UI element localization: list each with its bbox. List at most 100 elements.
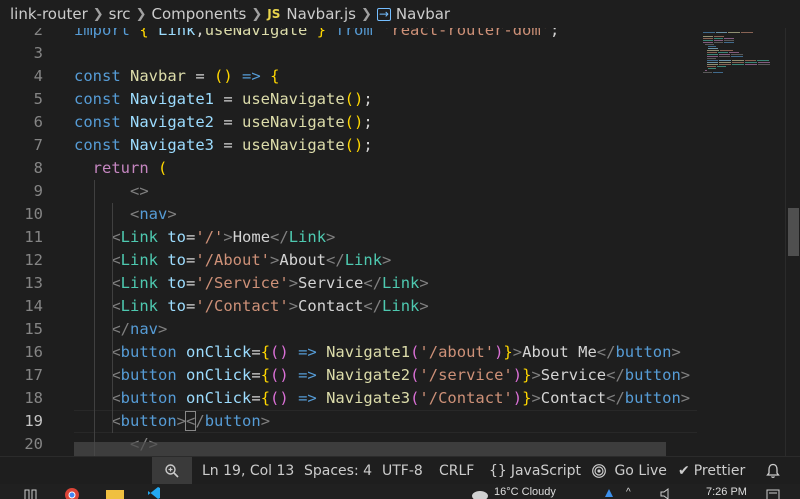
minimap-line [713, 38, 724, 39]
code-text: <Link to='/Service'>Service</Link> [111, 274, 429, 292]
minimap-line [731, 54, 743, 55]
zoom-button[interactable] [152, 457, 192, 485]
breadcrumb-symbol-navbar[interactable]: Navbar [396, 5, 450, 23]
breadcrumb-file-navbar[interactable]: Navbar.js [286, 5, 356, 23]
code-line[interactable]: 16 <button onClick={() => Navigate1('/ab… [0, 341, 697, 364]
code-text: <Link to='/'>Home</Link> [111, 228, 336, 246]
minimap-line [703, 72, 713, 73]
minimap[interactable] [697, 28, 785, 456]
minimap-line [724, 40, 734, 41]
minimap-line [719, 56, 731, 57]
file-explorer-icon[interactable] [106, 487, 124, 499]
minimap-line [704, 70, 708, 71]
indentation-setting[interactable]: Spaces: 4 [304, 457, 372, 485]
minimap-line [724, 38, 734, 39]
go-live-button[interactable]: Go Live [592, 457, 667, 485]
minimap-line [717, 66, 727, 67]
code-line[interactable]: 18 <button onClick={() => Navigate3('/Co… [0, 387, 697, 410]
notifications-button[interactable] [766, 457, 780, 485]
code-editor[interactable]: 2 import { Link,useNavigate } from 'react… [0, 28, 697, 456]
minimap-line [732, 60, 744, 61]
vscode-icon[interactable] [146, 487, 162, 499]
breadcrumb-folder-components[interactable]: Components [151, 5, 246, 23]
line-number: 13 [24, 274, 43, 292]
code-line[interactable]: 2 import { Link,useNavigate } from 'react… [0, 28, 697, 42]
minimap-line [706, 58, 716, 59]
minimap-line [732, 64, 745, 65]
minimap-line [715, 32, 728, 33]
code-text: <button></button> [111, 411, 271, 431]
code-line[interactable]: 6 const Navigate2 = useNavigate(); [0, 111, 697, 134]
code-text: </nav> [111, 320, 168, 338]
cursor-position[interactable]: Ln 19, Col 13 [202, 457, 294, 485]
minimap-line [719, 60, 731, 61]
minimap-line [757, 60, 770, 61]
chrome-icon[interactable] [64, 487, 80, 499]
code-text: const Navigate3 = useNavigate(); [74, 136, 373, 154]
line-number: 5 [33, 90, 43, 108]
code-text: <Link to='/Contact'>Contact</Link> [111, 297, 429, 315]
speaker-icon[interactable] [660, 487, 674, 499]
minimap-line [713, 40, 724, 41]
line-number: 16 [24, 343, 43, 361]
code-line[interactable]: 11 <Link to='/'>Home</Link> [0, 226, 697, 249]
notification-center-icon[interactable] [766, 487, 780, 499]
code-line[interactable]: 3 [0, 42, 697, 65]
weather-icon [470, 487, 490, 499]
code-text: <> [130, 182, 149, 200]
tray-chevron-up-icon[interactable]: ^ [626, 487, 636, 499]
code-text: import { Link,useNavigate } from 'react-… [74, 28, 560, 39]
clock-time[interactable]: 7:26 PM [706, 486, 747, 499]
code-text: return ( [92, 159, 168, 177]
minimap-line [706, 54, 718, 55]
chevron-right-icon: ❯ [92, 6, 104, 22]
code-line[interactable]: 13 <Link to='/Service'>Service</Link> [0, 272, 697, 295]
code-line[interactable]: 17 <button onClick={() => Navigate2('/se… [0, 364, 697, 387]
minimap-line [744, 60, 757, 61]
code-line[interactable]: 10 <nav> [0, 203, 697, 226]
code-text: <button onClick={() => Navigate1('/about… [111, 343, 681, 361]
scrollbar-thumb[interactable] [788, 208, 799, 256]
code-text: const Navigate2 = useNavigate(); [74, 113, 373, 131]
minimap-line [745, 62, 758, 63]
minimap-line [708, 48, 719, 49]
network-icon[interactable] [604, 487, 614, 499]
breadcrumb-folder-src[interactable]: src [109, 5, 131, 23]
breadcrumb-folder-link-router[interactable]: link-router [10, 5, 88, 23]
minimap-line [706, 62, 719, 63]
minimap-line [731, 56, 743, 57]
code-line[interactable]: 9 <> [0, 180, 697, 203]
code-line[interactable]: 15 </nav> [0, 318, 697, 341]
code-line[interactable]: 19 <button></button> [0, 410, 697, 433]
language-mode[interactable]: {} JavaScript [489, 457, 581, 485]
task-view-icon[interactable] [24, 487, 38, 499]
minimap-line [758, 62, 770, 63]
minimap-line [706, 60, 719, 61]
line-number: 20 [24, 435, 43, 453]
chevron-right-icon: ❯ [251, 6, 263, 22]
minimap-line [708, 46, 716, 47]
code-line[interactable]: 5 const Navigate1 = useNavigate(); [0, 88, 697, 111]
breadcrumb: link-router ❯ src ❯ Components ❯ JS Navb… [0, 0, 800, 28]
code-line[interactable]: 4 const Navbar = () => { [0, 65, 697, 88]
eol-setting[interactable]: CRLF [439, 457, 474, 485]
minimap-line [706, 66, 717, 67]
indent-guide [112, 203, 113, 433]
minimap-line [706, 52, 717, 53]
minimap-line [728, 32, 741, 33]
vertical-scrollbar[interactable] [785, 28, 800, 456]
code-line[interactable]: 8 return ( [0, 157, 697, 180]
code-line[interactable]: 12 <Link to='/About'>About</Link> [0, 249, 697, 272]
line-number: 18 [24, 389, 43, 407]
horizontal-scrollbar[interactable] [74, 442, 666, 456]
line-number: 2 [33, 28, 43, 39]
code-line[interactable]: 7 const Navigate3 = useNavigate(); [0, 134, 697, 157]
line-number: 12 [24, 251, 43, 269]
prettier-status[interactable]: ✔ Prettier [678, 457, 745, 485]
encoding-setting[interactable]: UTF-8 [382, 457, 423, 485]
code-line[interactable]: 14 <Link to='/Contact'>Contact</Link> [0, 295, 697, 318]
minimap-line [713, 72, 723, 73]
code-text: const Navbar = () => { [74, 67, 280, 85]
weather-text[interactable]: 16°C Cloudy [494, 485, 556, 499]
javascript-file-icon: JS [267, 7, 281, 21]
